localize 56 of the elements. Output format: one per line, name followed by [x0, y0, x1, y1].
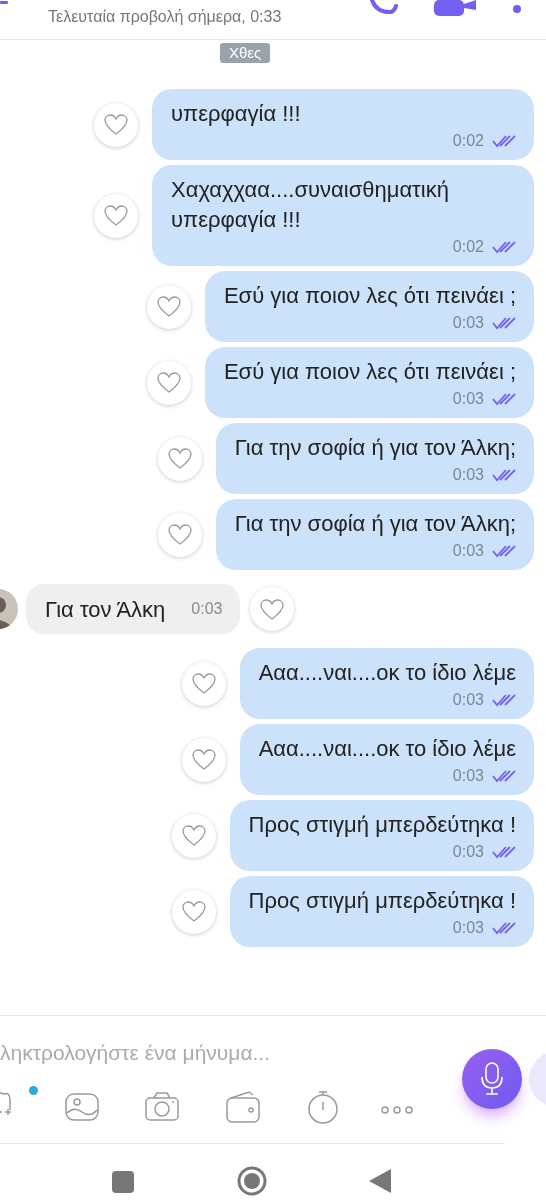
message-time: 0:03	[452, 918, 484, 938]
message-time: 0:02	[452, 237, 484, 257]
heart-icon	[260, 598, 285, 620]
heart-icon	[191, 749, 216, 770]
heart-icon	[181, 825, 206, 846]
wallet-icon[interactable]	[225, 1090, 261, 1126]
like-button[interactable]	[250, 587, 295, 631]
like-button[interactable]	[171, 889, 216, 934]
message-text: Εσύ για ποιον λες ότι πεινάει ;	[223, 282, 516, 310]
timer-icon[interactable]	[305, 1090, 341, 1126]
message-time: 0:03	[452, 389, 484, 409]
message-input-field[interactable]: ληκτρολογήστε ένα μήνυμα...	[0, 1039, 271, 1067]
message-text: Ααα....ναι....οκ το ίδιο λέμε	[258, 735, 516, 763]
message-time: 0:02	[452, 131, 484, 151]
like-button[interactable]	[181, 661, 226, 706]
last-seen-text: Τελευταία προβολή σήμερα, 0:33	[48, 7, 282, 27]
message-text: Ααα....ναι....οκ το ίδιο λέμε	[258, 659, 516, 687]
like-button[interactable]	[146, 360, 191, 405]
message-time: 0:03	[452, 690, 484, 710]
message-time: 0:03	[452, 313, 484, 333]
heart-icon	[167, 448, 192, 469]
heart-icon	[156, 296, 181, 317]
message-time: 0:03	[452, 541, 484, 561]
heart-icon	[104, 205, 128, 226]
message-text: Για την σοφία ή για τον Άλκη;	[234, 434, 516, 462]
heart-icon	[104, 114, 128, 135]
message-time: 0:03	[452, 842, 484, 862]
like-button[interactable]	[146, 284, 191, 329]
microphone-icon	[479, 1062, 505, 1096]
video-icon[interactable]	[434, 0, 476, 16]
message-text: Προς στιγμή μπερδεύτηκα !	[248, 887, 516, 915]
like-button[interactable]	[157, 512, 202, 557]
recent-apps-icon[interactable]	[112, 1171, 134, 1193]
like-button[interactable]	[157, 436, 202, 481]
message-time: 0:03	[191, 599, 223, 619]
heart-icon	[167, 524, 192, 545]
message-time: 0:03	[452, 766, 484, 786]
voice-message-button[interactable]	[462, 1049, 522, 1109]
message-text: Εσύ για ποιον λες ότι πεινάει ;	[223, 358, 516, 386]
like-button[interactable]	[171, 813, 216, 858]
heart-icon	[181, 901, 206, 922]
home-icon[interactable]	[237, 1166, 267, 1196]
like-button[interactable]	[181, 737, 226, 782]
heart-icon	[191, 673, 216, 694]
phone-icon[interactable]	[370, 0, 398, 14]
heart-icon	[156, 372, 181, 393]
message-text: Για την σοφία ή για τον Άλκη;	[234, 510, 516, 538]
back-icon[interactable]	[369, 1169, 391, 1193]
message-text: Για τον Άλκη	[45, 595, 166, 624]
like-button[interactable]	[94, 193, 138, 238]
message-text: Χαχαχχαα....συναισθηματική υπερφαγία !!!	[171, 176, 450, 234]
message-text: υπερφαγία !!!	[171, 100, 302, 128]
message-time: 0:03	[452, 465, 484, 485]
message-text: Προς στιγμή μπερδεύτηκα !	[248, 811, 516, 839]
like-button[interactable]	[94, 102, 138, 147]
date-label: Χθες	[220, 43, 271, 63]
